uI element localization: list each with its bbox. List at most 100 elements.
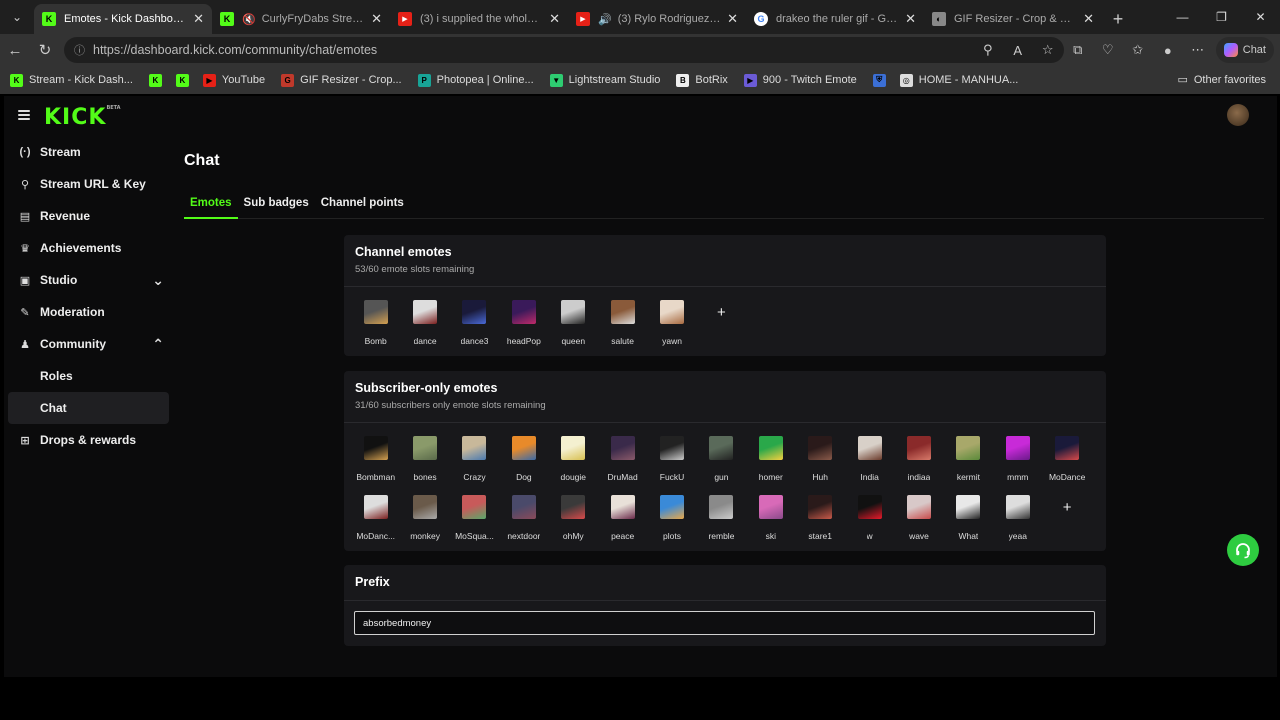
new-tab-button[interactable]: + <box>1102 4 1134 34</box>
emote-item[interactable]: queen <box>549 297 598 356</box>
tab-channel-points[interactable]: Channel points <box>315 192 410 219</box>
emote-item[interactable]: indiaa <box>894 433 943 492</box>
speaker-icon[interactable]: 🔊 <box>598 13 612 26</box>
emote-item[interactable]: dougie <box>549 433 598 492</box>
sidebar-item-studio[interactable]: ▣ Studio ⌄ <box>4 264 174 296</box>
user-avatar[interactable] <box>1227 104 1249 126</box>
emote-item[interactable]: mmm <box>993 433 1042 492</box>
sidebar-item-moderation[interactable]: ✎ Moderation <box>4 296 174 328</box>
copilot-chat-button[interactable]: Chat <box>1215 37 1274 63</box>
muted-speaker-icon[interactable]: 🔇 <box>242 13 256 26</box>
emote-item[interactable]: Crazy <box>450 433 499 492</box>
back-icon[interactable]: ← <box>0 35 30 65</box>
profile-icon[interactable]: ● <box>1156 37 1180 63</box>
sidebar-item-stream[interactable]: (·) Stream <box>4 136 174 168</box>
help-chat-button[interactable] <box>1227 534 1259 566</box>
kick-logo[interactable]: KICKBETA <box>44 105 121 130</box>
browser-tab[interactable]: K Emotes - Kick Dashboard ✕ <box>34 4 212 34</box>
maximize-icon[interactable]: ❐ <box>1202 0 1241 34</box>
extensions-icon[interactable]: ⧉ <box>1066 37 1090 63</box>
browser-essentials-icon[interactable]: ♡ <box>1096 37 1120 63</box>
bookmark-item[interactable]: B BotRix <box>676 73 728 87</box>
add-emote-button[interactable]: + <box>1042 492 1091 551</box>
close-tab-icon[interactable]: ✕ <box>371 11 382 27</box>
emote-item[interactable]: MoDance <box>1042 433 1091 492</box>
bookmark-item[interactable]: K Stream - Kick Dash... <box>10 73 133 87</box>
close-window-icon[interactable]: ✕ <box>1241 0 1280 34</box>
tab-emotes[interactable]: Emotes <box>184 192 238 219</box>
browser-tab[interactable]: Gdrakeo the ruler gif - Google ✕ <box>746 4 924 34</box>
bookmark-item[interactable]: ▶ 900 - Twitch Emote <box>743 73 857 87</box>
chevron-down-icon[interactable]: ⌄ <box>152 272 164 289</box>
bookmark-item[interactable]: ⛨ <box>872 73 892 87</box>
browser-tab[interactable]: ▶ 🔊 (3) Rylo Rodriguez - Body ✕ <box>568 4 746 34</box>
emote-item[interactable]: homer <box>746 433 795 492</box>
emote-item[interactable]: kermit <box>944 433 993 492</box>
bookmark-item[interactable]: ◎ HOME - MANHUA... <box>899 73 1018 87</box>
chevron-up-icon[interactable]: ⌃ <box>152 336 164 353</box>
sidebar-item-drops-rewards[interactable]: ⊞ Drops & rewards <box>4 424 174 456</box>
add-emote-button[interactable]: + <box>697 297 746 356</box>
emote-item[interactable]: wave <box>894 492 943 551</box>
browser-tab[interactable]: ◐ GIF Resizer - Crop & Resize A ✕ <box>924 4 1102 34</box>
emote-item[interactable]: ski <box>746 492 795 551</box>
emote-item[interactable]: dance3 <box>450 297 499 356</box>
emote-item[interactable]: Huh <box>796 433 845 492</box>
tab-sub-badges[interactable]: Sub badges <box>238 192 315 219</box>
emote-item[interactable]: peace <box>598 492 647 551</box>
bookmark-item[interactable]: ▶ YouTube <box>202 73 265 87</box>
emote-item[interactable]: plots <box>647 492 696 551</box>
emote-item[interactable]: Bomb <box>351 297 400 356</box>
favorite-star-icon[interactable]: ☆ <box>1036 37 1060 63</box>
browser-tab[interactable]: ▶ (3) i supplied the whole city w ✕ <box>390 4 568 34</box>
emote-item[interactable]: ohMy <box>549 492 598 551</box>
bookmark-item[interactable]: ▼ Lightstream Studio <box>549 73 660 87</box>
emote-item[interactable]: yawn <box>647 297 696 356</box>
bookmark-item[interactable]: P Photopea | Online... <box>417 73 534 87</box>
sidebar-subitem-roles[interactable]: Roles <box>4 360 174 392</box>
emote-item[interactable]: headPop <box>499 297 548 356</box>
emote-item[interactable]: MoSqua... <box>450 492 499 551</box>
read-aloud-icon[interactable]: A <box>1006 37 1030 63</box>
close-tab-icon[interactable]: ✕ <box>549 11 560 27</box>
emote-item[interactable]: Bombman <box>351 433 400 492</box>
emote-item[interactable]: bones <box>400 433 449 492</box>
close-tab-icon[interactable]: ✕ <box>727 11 738 27</box>
emote-item[interactable]: remble <box>697 492 746 551</box>
emote-item[interactable]: India <box>845 433 894 492</box>
sidebar-item-achievements[interactable]: ♛ Achievements <box>4 232 174 264</box>
emote-item[interactable]: dance <box>400 297 449 356</box>
tab-list-menu-icon[interactable]: ⌄ <box>0 0 34 34</box>
emote-item[interactable]: FuckU <box>647 433 696 492</box>
browser-tab[interactable]: K 🔇 CurlyFryDabs Stream - W ✕ <box>212 4 390 34</box>
emote-item[interactable]: yeaa <box>993 492 1042 551</box>
prefix-input[interactable]: absorbedmoney <box>354 611 1095 635</box>
close-tab-icon[interactable]: ✕ <box>1083 11 1094 27</box>
favorites-icon[interactable]: ✩ <box>1126 37 1150 63</box>
close-tab-icon[interactable]: ✕ <box>905 11 916 27</box>
url-field[interactable]: ⓘ https://dashboard.kick.com/community/c… <box>64 37 1064 63</box>
more-options-icon[interactable]: ⋯ <box>1186 37 1210 63</box>
emote-item[interactable]: w <box>845 492 894 551</box>
emote-item[interactable]: MoDanc... <box>351 492 400 551</box>
emote-item[interactable]: nextdoor <box>499 492 548 551</box>
emote-item[interactable]: salute <box>598 297 647 356</box>
sidebar-subitem-chat[interactable]: Chat <box>8 392 169 424</box>
zoom-icon[interactable]: ⚲ <box>976 37 1000 63</box>
sidebar-item-stream-url-key[interactable]: ⚲ Stream URL & Key <box>4 168 174 200</box>
sidebar-item-community[interactable]: ♟ Community ⌃ <box>4 328 174 360</box>
close-tab-icon[interactable]: ✕ <box>193 11 204 27</box>
bookmark-item[interactable]: K <box>175 73 195 87</box>
bookmark-item[interactable]: G GIF Resizer - Crop... <box>281 73 402 87</box>
emote-item[interactable]: stare1 <box>796 492 845 551</box>
reload-icon[interactable]: ↻ <box>30 35 60 65</box>
minimize-icon[interactable]: — <box>1163 0 1202 34</box>
emote-item[interactable]: What <box>944 492 993 551</box>
other-favorites[interactable]: ▭ Other favorites <box>1177 73 1266 87</box>
emote-item[interactable]: DruMad <box>598 433 647 492</box>
sidebar-item-revenue[interactable]: ▤ Revenue <box>4 200 174 232</box>
emote-item[interactable]: gun <box>697 433 746 492</box>
emote-item[interactable]: monkey <box>400 492 449 551</box>
hamburger-menu-icon[interactable] <box>18 110 30 120</box>
site-info-icon[interactable]: ⓘ <box>74 42 85 58</box>
